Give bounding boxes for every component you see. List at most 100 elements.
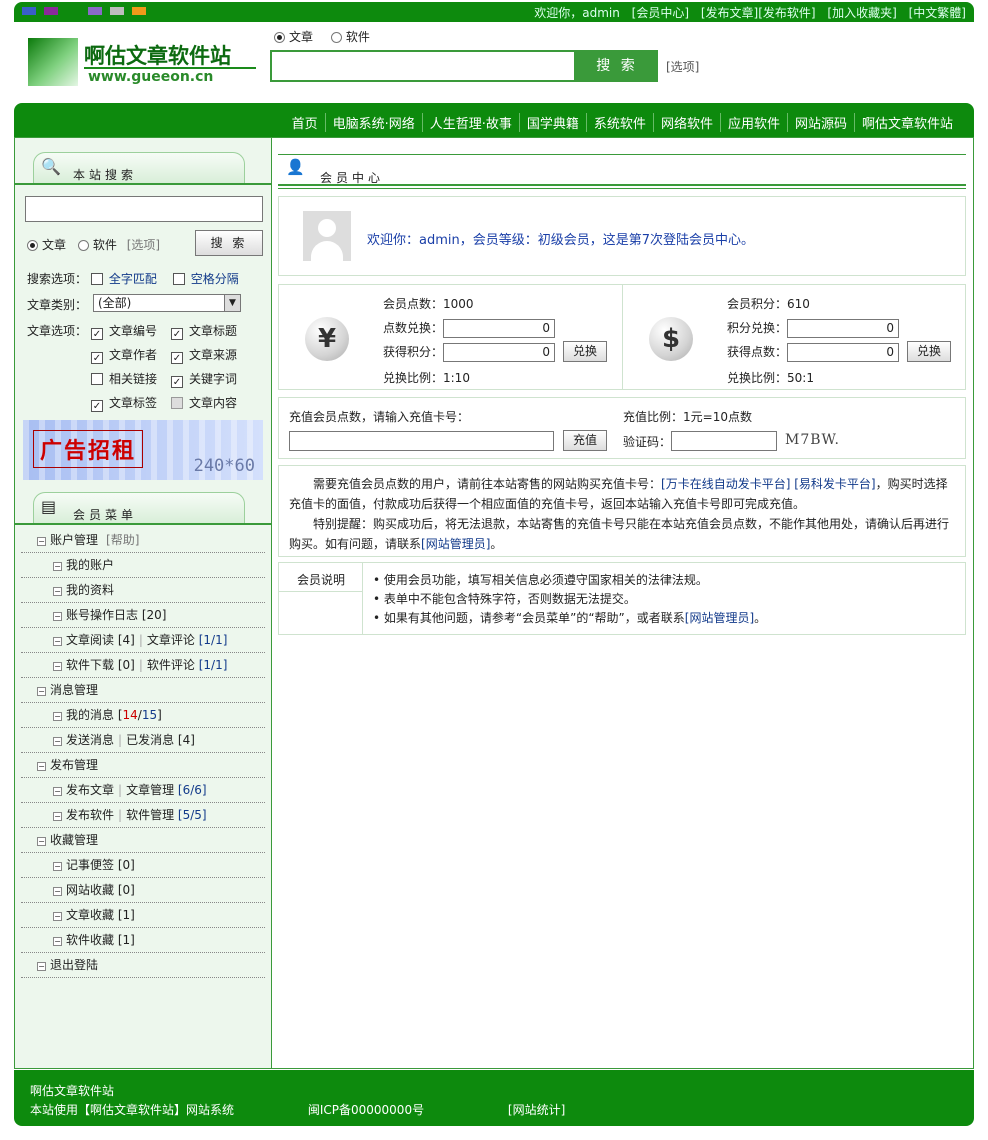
get-points-input[interactable]: 0: [787, 343, 900, 362]
header-options-link[interactable]: [选项]: [666, 58, 699, 75]
nav-life[interactable]: 人生哲理·故事: [421, 113, 519, 132]
notes-label: 会员说明: [296, 573, 345, 587]
menu-publish-article[interactable]: − 发布文章 | 文章管理 [6/6]: [21, 778, 265, 803]
menu-article-comment[interactable]: 文章评论: [147, 633, 195, 647]
member-center-link[interactable]: [会员中心]: [632, 6, 689, 20]
ad-size: 240*60: [193, 456, 255, 476]
sidebar-search-button[interactable]: 搜 索: [195, 230, 263, 256]
traditional-chinese-link[interactable]: [中文繁體]: [909, 6, 966, 20]
menu-my-account[interactable]: − 我的账户: [21, 553, 265, 578]
recharge-panel: 充值会员点数，请输入充值卡号： 充值 充值比例：1元=10点数 验证码： M7B…: [278, 397, 966, 459]
header-search-input[interactable]: [270, 50, 576, 82]
sidebar-search-input[interactable]: [25, 196, 263, 222]
radio-software[interactable]: 软件: [330, 30, 370, 44]
footer-icp-link[interactable]: 闽ICP备00000000号: [308, 1103, 424, 1117]
sidebar-radio-article[interactable]: 文章: [27, 238, 66, 252]
nav-site[interactable]: 啊估文章软件站: [853, 113, 960, 132]
menu-article-read[interactable]: − 文章阅读 [4] | 文章评论 [1/1]: [21, 628, 265, 653]
wanka-link[interactable]: [万卡在线自动发卡平台]: [661, 477, 790, 491]
search-type: 文章 软件: [274, 28, 384, 45]
menu-soft-comment[interactable]: 软件评论: [147, 658, 195, 672]
nav-source-code[interactable]: 网站源码: [786, 113, 854, 132]
captcha-image[interactable]: M7BW.: [785, 432, 840, 448]
nav-app-software[interactable]: 应用软件: [719, 113, 787, 132]
dollar-coin-icon: $: [649, 317, 693, 361]
opt-author[interactable]: ✓ 文章作者: [91, 346, 157, 364]
menu-tab-title: 会员菜单: [73, 508, 138, 522]
menu-soft-fav[interactable]: − 软件收藏 [1]: [21, 928, 265, 953]
menu-favorites[interactable]: − 收藏管理: [21, 828, 265, 853]
header-search-button[interactable]: 搜 索: [576, 50, 658, 82]
theme-swatch[interactable]: [22, 7, 36, 15]
member-center-tab: 👤 会员中心: [278, 152, 966, 190]
opt-content: 文章内容: [171, 394, 237, 411]
menu-manage-article[interactable]: 文章管理: [126, 783, 174, 797]
main-content: 👤 会员中心 欢迎你：admin，会员等级：初级会员，这是第7次登陆会员中心。 …: [272, 137, 974, 1069]
nav-computer[interactable]: 电脑系统·网络: [324, 113, 422, 132]
menu-publish[interactable]: − 发布管理: [21, 753, 265, 778]
menu-manage-soft[interactable]: 软件管理: [126, 808, 174, 822]
menu-soft-download[interactable]: − 软件下载 [0] | 软件评论 [1/1]: [21, 653, 265, 678]
ad-banner[interactable]: 广告招租 240*60: [23, 420, 263, 480]
score-exchange-button[interactable]: 兑换: [907, 341, 951, 362]
note-item: • 表单中不能包含特殊字符，否则数据无法提交。: [373, 592, 636, 606]
radio-article[interactable]: 文章: [274, 30, 313, 44]
full-match-checkbox[interactable]: [90, 273, 103, 285]
admin-link[interactable]: [网站管理员]: [421, 537, 490, 551]
menu-notes[interactable]: − 记事便签 [0]: [21, 853, 265, 878]
menu-send-message[interactable]: − 发送消息 | 已发消息 [4]: [21, 728, 265, 753]
menu-my-profile[interactable]: − 我的资料: [21, 578, 265, 603]
score-exchange-input[interactable]: 0: [787, 319, 900, 338]
nav-classics[interactable]: 国学典籍: [518, 113, 586, 132]
sidebar-search-type: 文章 软件 [选项]: [27, 236, 160, 253]
theme-swatch[interactable]: [110, 7, 124, 15]
nav-home[interactable]: 首页: [285, 113, 325, 132]
recharge-button[interactable]: 充值: [563, 430, 607, 451]
menu-tab: ▤ 会员菜单: [15, 492, 271, 525]
theme-swatch[interactable]: [88, 7, 102, 15]
avatar: [303, 211, 351, 261]
logo-url: www.gueeon.cn: [88, 69, 214, 85]
menu-my-messages[interactable]: − 我的消息 [14/15]: [21, 703, 265, 728]
get-score-input[interactable]: 0: [443, 343, 556, 362]
opt-links[interactable]: 相关链接: [91, 370, 157, 387]
menu-account[interactable]: − 账户管理 [帮助]: [21, 528, 265, 553]
add-favorite-link[interactable]: [加入收藏夹]: [827, 6, 896, 20]
captcha-input[interactable]: [671, 431, 777, 451]
footer-stats-link[interactable]: [网站统计]: [508, 1103, 565, 1117]
opt-keywords[interactable]: ✓ 关键字词: [171, 370, 237, 388]
search-tab: 🔍 本站搜索: [15, 152, 271, 185]
theme-swatch[interactable]: [44, 7, 58, 15]
nav-network-software[interactable]: 网络软件: [652, 113, 720, 132]
radio-selected-icon: [274, 32, 285, 43]
space-split-checkbox[interactable]: [172, 273, 185, 285]
magnifier-icon: 🔍: [41, 157, 61, 176]
publish-link[interactable]: [发布文章][发布软件]: [701, 6, 816, 20]
opt-title[interactable]: ✓ 文章标题: [171, 322, 237, 340]
menu-account-log[interactable]: − 账号操作日志 [20]: [21, 603, 265, 628]
admin-contact-link[interactable]: [网站管理员]: [685, 611, 754, 625]
member-notes: 会员说明 • 使用会员功能，填写相关信息必须遵守国家相关的法律法规。 • 表单中…: [278, 562, 966, 635]
points-exchange-button[interactable]: 兑换: [563, 341, 607, 362]
menu-logout[interactable]: − 退出登陆: [21, 953, 265, 978]
yike-link[interactable]: [易科发卡平台]: [794, 477, 875, 491]
menu-site-fav[interactable]: − 网站收藏 [0]: [21, 878, 265, 903]
points-exchange-input[interactable]: 0: [443, 319, 556, 338]
menu-sent-messages[interactable]: 已发消息: [126, 733, 174, 747]
opt-tags[interactable]: ✓ 文章标签: [91, 394, 157, 412]
menu-publish-soft[interactable]: − 发布软件 | 软件管理 [5/5]: [21, 803, 265, 828]
main-nav: 首页 电脑系统·网络 人生哲理·故事 国学典籍 系统软件 网络软件 应用软件 网站源码 啊估文章…: [14, 103, 974, 137]
theme-swatch[interactable]: [132, 7, 146, 15]
sidebar-options-link[interactable]: [选项]: [127, 238, 160, 252]
category-select[interactable]: (全部) ▼: [93, 294, 241, 312]
opt-id[interactable]: ✓ 文章编号: [91, 322, 157, 340]
menu-messages[interactable]: − 消息管理: [21, 678, 265, 703]
help-link[interactable]: [帮助]: [106, 533, 139, 547]
recharge-card-input[interactable]: [289, 431, 554, 451]
sidebar-radio-software[interactable]: 软件: [77, 238, 117, 252]
nav-system-software[interactable]: 系统软件: [585, 113, 653, 132]
menu-article-fav[interactable]: − 文章收藏 [1]: [21, 903, 265, 928]
opt-source[interactable]: ✓ 文章来源: [171, 346, 237, 364]
site-logo[interactable]: 啊估文章软件站 www.gueeon.cn: [28, 38, 256, 88]
top-bar: 欢迎你，admin [会员中心] [发布文章][发布软件] [加入收藏夹] [中…: [14, 2, 974, 22]
